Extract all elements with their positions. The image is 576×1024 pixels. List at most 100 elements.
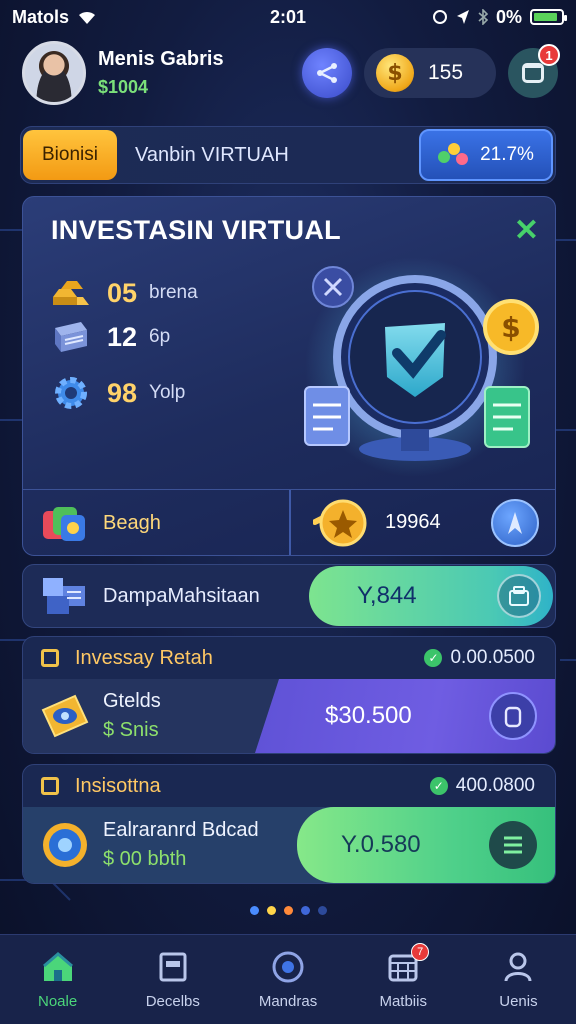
page-dot[interactable] bbox=[300, 906, 310, 915]
section-insisottna: Insisottna ✓ 400.0800 Ealraranrd Bdcad $… bbox=[22, 764, 556, 884]
stat-value: 12 bbox=[107, 321, 138, 352]
user-icon bbox=[500, 949, 536, 985]
section-invessay: Invessay Retah ✓ 0.00.0500 Gtelds $ Snis… bbox=[22, 636, 556, 754]
location-icon bbox=[456, 10, 469, 24]
share-icon bbox=[317, 63, 337, 83]
stat-value: 05 bbox=[107, 277, 138, 308]
gems-icon bbox=[438, 143, 470, 167]
card-title: INVESTASIN VIRTUAL bbox=[51, 215, 341, 245]
lock-button[interactable] bbox=[489, 692, 537, 740]
battery-percent: 0% bbox=[495, 6, 522, 27]
nav-label: Decelbs bbox=[145, 993, 200, 1010]
coin-ring-icon bbox=[39, 819, 91, 871]
wallet-icon bbox=[509, 586, 529, 606]
section-title: Insisottna bbox=[75, 774, 161, 797]
cards-icon bbox=[43, 507, 85, 541]
blocks-icon bbox=[43, 578, 85, 614]
nav-badge: 7 bbox=[411, 943, 430, 961]
page-dot[interactable] bbox=[249, 906, 259, 915]
section-header: Invessay Retah ✓ 0.00.0500 bbox=[23, 637, 555, 679]
nav-item-user[interactable]: Uenis bbox=[461, 935, 576, 1024]
section-item[interactable]: Gtelds $ Snis $30.500 bbox=[23, 679, 555, 753]
section-header: Insisottna ✓ 400.0800 bbox=[23, 765, 555, 807]
tab-active[interactable]: Bionisi bbox=[23, 130, 117, 180]
nav-label: Matbiis bbox=[379, 993, 427, 1010]
card-footer-left[interactable]: Beagh bbox=[23, 490, 291, 555]
lock-icon bbox=[504, 706, 522, 728]
section-title: Invessay Retah bbox=[75, 646, 213, 669]
star-coin-icon bbox=[313, 499, 367, 546]
user-name: Menis Gabris bbox=[98, 48, 224, 70]
balance-row[interactable]: DampaMahsitaan Y,844 bbox=[22, 564, 556, 628]
card-footer-right: 19964 bbox=[291, 490, 555, 555]
square-icon bbox=[41, 649, 59, 667]
nav-item-mandras[interactable]: Mandras bbox=[230, 935, 345, 1024]
stat-value: 98 bbox=[107, 377, 138, 408]
nav-label: Noale bbox=[38, 993, 78, 1010]
status-icons: 0% bbox=[432, 6, 567, 28]
tab-row: Bionisi Vanbin VIRTUAH 21.7% bbox=[20, 126, 556, 184]
coin-count: 155 bbox=[428, 61, 464, 84]
stat-label: 6p bbox=[149, 326, 171, 347]
compass-icon bbox=[508, 511, 522, 534]
clock-shield-illustration: $ bbox=[304, 257, 539, 477]
list-icon bbox=[504, 836, 522, 854]
gold-bars-icon bbox=[49, 273, 93, 313]
book-icon bbox=[49, 317, 93, 357]
alarm-icon bbox=[432, 10, 447, 24]
svg-text:$: $ bbox=[501, 311, 520, 344]
coin-balance[interactable]: $ 155 bbox=[364, 48, 496, 98]
wallet-button[interactable] bbox=[497, 574, 541, 618]
calendar-icon: 7 bbox=[385, 943, 430, 985]
user-info: Menis Gabris $1004 bbox=[98, 48, 302, 98]
section-status-value: 400.0800 bbox=[455, 775, 535, 796]
carrier-name: Matols bbox=[12, 6, 70, 27]
card-footer: Beagh 19964 bbox=[23, 489, 555, 555]
page-dot-active[interactable] bbox=[266, 906, 276, 915]
stat-label: Yolp bbox=[149, 382, 186, 403]
carrier: Matols bbox=[12, 7, 432, 28]
target-icon bbox=[270, 949, 306, 985]
page-dot[interactable] bbox=[283, 906, 293, 915]
investment-card: INVESTASIN VIRTUAL ✕ 05 brena 12 6p 98 Y… bbox=[22, 196, 556, 556]
percent-value: 21.7% bbox=[480, 144, 534, 165]
nav-label: Mandras bbox=[258, 993, 318, 1010]
stat-row: 98 Yolp bbox=[49, 373, 185, 413]
nav-label: Uenis bbox=[499, 993, 538, 1010]
header: Menis Gabris $1004 $ 155 1 bbox=[22, 40, 560, 106]
nav-item-home[interactable]: Noale bbox=[0, 935, 115, 1024]
avatar[interactable] bbox=[22, 41, 86, 105]
notifications-button[interactable]: 1 bbox=[508, 44, 560, 98]
stat-row: 05 brena bbox=[49, 273, 198, 313]
balance-row-pill[interactable]: Y,844 bbox=[309, 566, 553, 626]
user-balance: $1004 bbox=[98, 77, 149, 97]
list-button[interactable] bbox=[489, 821, 537, 869]
section-item-pill[interactable]: $30.500 bbox=[255, 679, 555, 753]
percent-button[interactable]: 21.7% bbox=[419, 129, 553, 181]
bluetooth-icon bbox=[478, 9, 488, 25]
section-item-pill[interactable]: Y.0.580 bbox=[297, 807, 555, 883]
nav-item-details[interactable]: Decelbs bbox=[115, 935, 230, 1024]
inbox-icon bbox=[522, 63, 544, 83]
section-item[interactable]: Ealraranrd Bdcad $ 00 bbth Y.0.580 bbox=[23, 807, 555, 883]
nav-item-matbiis[interactable]: 7 Matbiis bbox=[346, 935, 461, 1024]
section-item-value: Y.0.580 bbox=[341, 831, 421, 858]
card-footer-label: Beagh bbox=[103, 511, 161, 534]
balance-row-label: DampaMahsitaan bbox=[103, 584, 260, 607]
close-icon[interactable]: ✕ bbox=[514, 213, 539, 248]
stat-label: brena bbox=[149, 282, 198, 303]
gear-icon bbox=[49, 373, 93, 413]
share-button[interactable] bbox=[302, 48, 352, 98]
compass-button[interactable] bbox=[491, 498, 539, 547]
coin-icon: $ bbox=[376, 54, 414, 92]
check-icon: ✓ bbox=[429, 777, 448, 795]
notification-badge: 1 bbox=[538, 44, 560, 66]
tab-title[interactable]: Vanbin VIRTUAH bbox=[135, 144, 419, 167]
home-icon bbox=[40, 949, 76, 985]
page-dot[interactable] bbox=[317, 906, 327, 915]
battery-icon bbox=[530, 9, 567, 25]
square-icon bbox=[41, 777, 59, 795]
bottom-nav: Noale Decelbs Mandras 7 Matbiis Uenis bbox=[0, 934, 576, 1024]
document-icon bbox=[155, 949, 191, 985]
check-icon: ✓ bbox=[424, 649, 443, 667]
